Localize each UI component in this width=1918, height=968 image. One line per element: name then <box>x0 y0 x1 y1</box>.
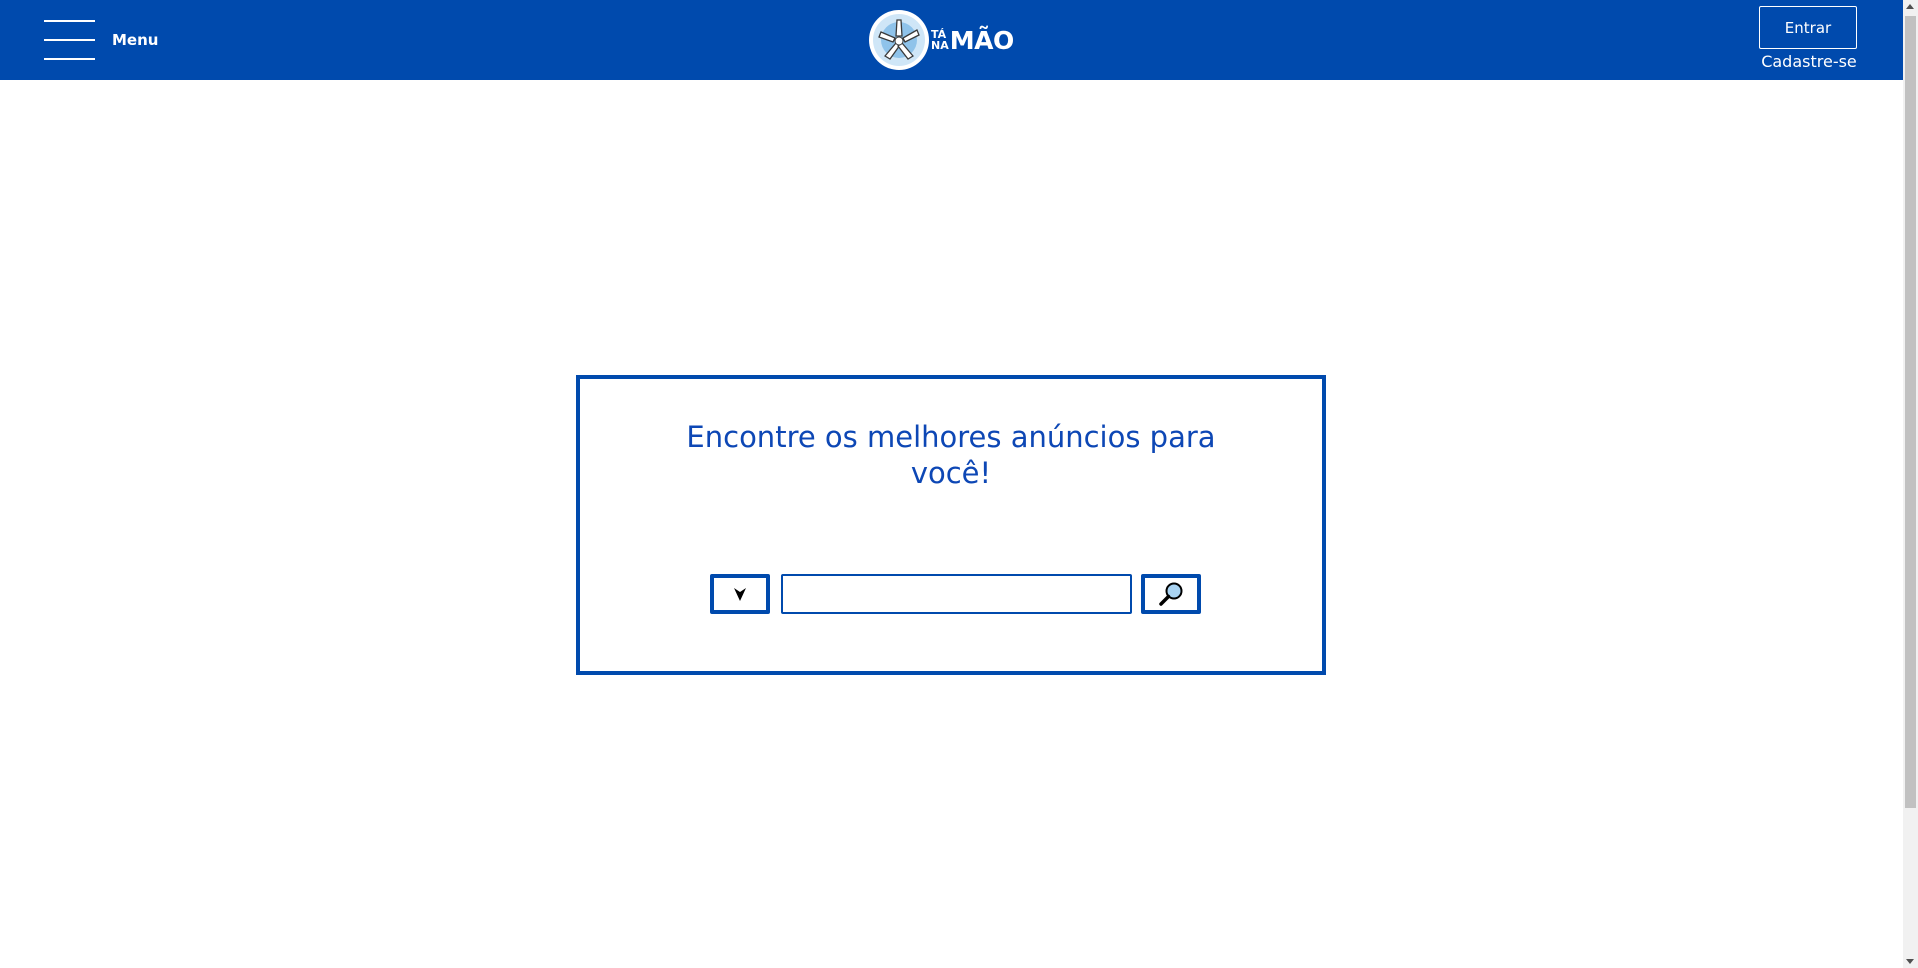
search-title: Encontre os melhores anúncios para você! <box>686 420 1216 490</box>
search-icon <box>1159 582 1183 606</box>
scroll-up-arrow-icon[interactable] <box>1906 4 1914 9</box>
logo-text-na: NA <box>931 39 949 52</box>
search-button[interactable] <box>1141 574 1201 614</box>
logo-text-mao: MÃO <box>949 25 1014 55</box>
site-logo[interactable]: TÁ NA MÃO <box>869 9 1024 71</box>
logo-wordmark: TÁ NA MÃO <box>931 26 1014 55</box>
menu-button[interactable]: Menu <box>44 18 164 62</box>
signup-link[interactable]: Cadastre-se <box>1759 52 1859 71</box>
login-button[interactable]: Entrar <box>1759 6 1857 49</box>
hamburger-icon <box>44 19 95 61</box>
search-input[interactable] <box>781 574 1132 614</box>
vertical-scrollbar[interactable] <box>1903 0 1918 968</box>
scrollbar-thumb[interactable] <box>1905 16 1916 808</box>
search-card: Encontre os melhores anúncios para você! <box>576 375 1326 675</box>
chevron-down-icon <box>734 588 746 601</box>
hands-emblem-icon <box>869 10 929 70</box>
scroll-down-arrow-icon[interactable] <box>1906 959 1914 964</box>
category-dropdown-button[interactable] <box>710 574 770 614</box>
top-navbar: Menu TÁ NA MÃO Entrar Cadastre-se <box>0 0 1903 80</box>
menu-label: Menu <box>112 31 159 49</box>
